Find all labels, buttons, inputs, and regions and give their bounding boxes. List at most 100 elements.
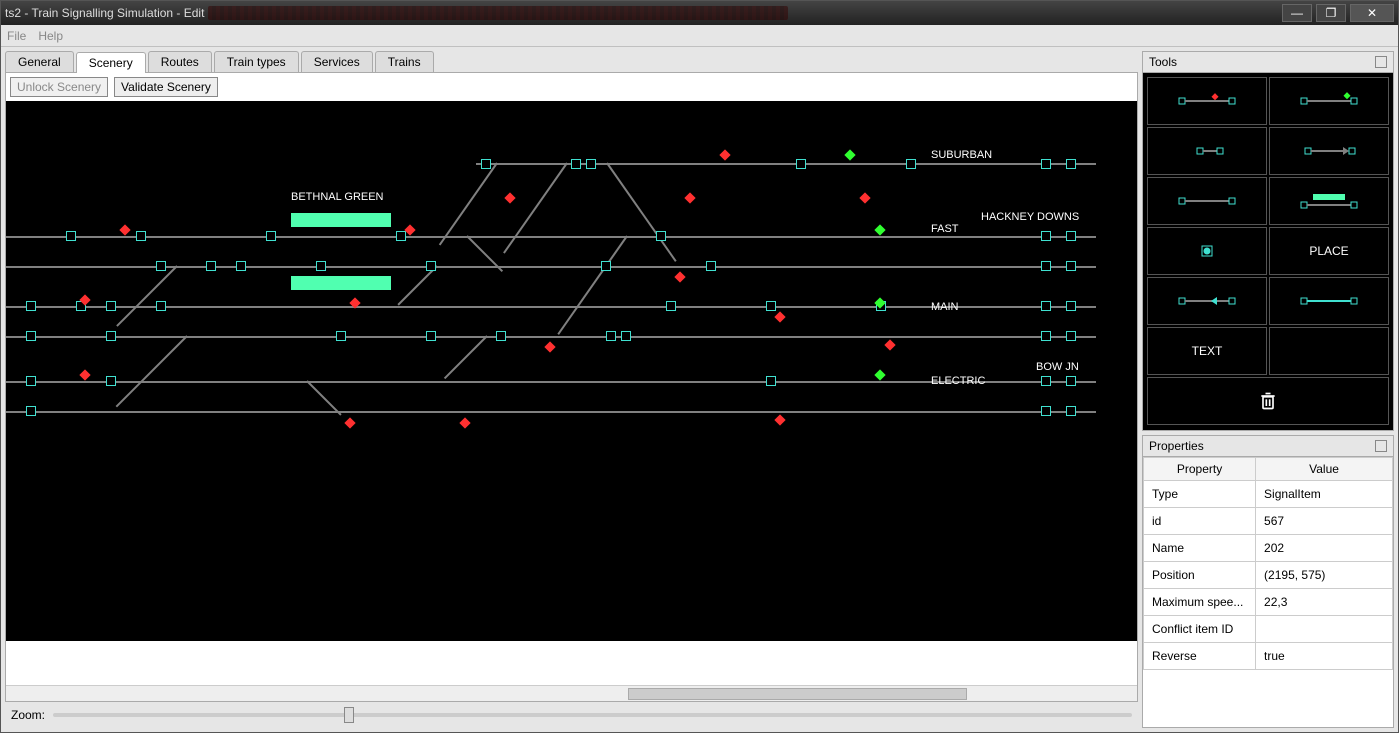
menu-help[interactable]: Help <box>38 29 63 43</box>
properties-popout-icon[interactable] <box>1375 440 1387 452</box>
menu-file[interactable]: File <box>7 29 26 43</box>
connector[interactable] <box>136 231 146 241</box>
property-row[interactable]: Reversetrue <box>1144 643 1393 670</box>
connector[interactable] <box>621 331 631 341</box>
signal-red[interactable] <box>859 192 870 203</box>
connector[interactable] <box>26 406 36 416</box>
validate-scenery-button[interactable]: Validate Scenery <box>114 77 218 97</box>
connector[interactable] <box>26 331 36 341</box>
connector[interactable] <box>766 376 776 386</box>
maximize-button[interactable]: ❐ <box>1316 4 1346 22</box>
tab-routes[interactable]: Routes <box>148 51 212 72</box>
connector[interactable] <box>1066 406 1076 416</box>
connector[interactable] <box>1041 376 1051 386</box>
prop-value[interactable]: SignalItem <box>1256 481 1393 508</box>
tool-delete[interactable] <box>1147 377 1389 425</box>
property-row[interactable]: Name202 <box>1144 535 1393 562</box>
connector[interactable] <box>1041 261 1051 271</box>
connector[interactable] <box>426 331 436 341</box>
prop-value[interactable]: 22,3 <box>1256 589 1393 616</box>
connector[interactable] <box>156 301 166 311</box>
connector[interactable] <box>571 159 581 169</box>
connector[interactable] <box>1066 301 1076 311</box>
connector[interactable] <box>706 261 716 271</box>
tab-train-types[interactable]: Train types <box>214 51 299 72</box>
connector[interactable] <box>106 331 116 341</box>
tool-text[interactable]: TEXT <box>1147 327 1267 375</box>
tab-services[interactable]: Services <box>301 51 373 72</box>
properties-table[interactable]: Property Value TypeSignalItemid567Name20… <box>1143 457 1393 670</box>
horizontal-scrollbar[interactable] <box>6 685 1137 701</box>
zoom-slider[interactable] <box>53 713 1132 717</box>
signal-red[interactable] <box>774 414 785 425</box>
signal-red[interactable] <box>79 369 90 380</box>
property-row[interactable]: Conflict item ID <box>1144 616 1393 643</box>
connector[interactable] <box>1041 331 1051 341</box>
tab-general[interactable]: General <box>5 51 74 72</box>
connector[interactable] <box>1066 159 1076 169</box>
signal-red[interactable] <box>774 311 785 322</box>
connector[interactable] <box>1066 261 1076 271</box>
signal-red[interactable] <box>459 417 470 428</box>
connector[interactable] <box>1041 159 1051 169</box>
connector[interactable] <box>426 261 436 271</box>
connector[interactable] <box>601 261 611 271</box>
connector[interactable] <box>1066 376 1076 386</box>
tool-track-plain[interactable] <box>1269 277 1389 325</box>
tool-signal-right-green[interactable] <box>1269 77 1389 125</box>
property-row[interactable]: Maximum spee...22,3 <box>1144 589 1393 616</box>
connector[interactable] <box>496 331 506 341</box>
tool-track-short[interactable] <box>1147 127 1267 175</box>
connector[interactable] <box>1066 331 1076 341</box>
signal-red[interactable] <box>674 271 685 282</box>
signal-red[interactable] <box>719 149 730 160</box>
signal-red[interactable] <box>884 339 895 350</box>
connector[interactable] <box>481 159 491 169</box>
signal-red[interactable] <box>344 417 355 428</box>
tool-track-arrow[interactable] <box>1269 127 1389 175</box>
signal-green[interactable] <box>874 224 885 235</box>
unlock-scenery-button[interactable]: Unlock Scenery <box>10 77 108 97</box>
col-value[interactable]: Value <box>1256 458 1393 481</box>
connector[interactable] <box>906 159 916 169</box>
col-property[interactable]: Property <box>1144 458 1256 481</box>
connector[interactable] <box>1041 231 1051 241</box>
connector[interactable] <box>26 301 36 311</box>
minimize-button[interactable]: — <box>1282 4 1312 22</box>
connector[interactable] <box>26 376 36 386</box>
tools-popout-icon[interactable] <box>1375 56 1387 68</box>
prop-value[interactable]: (2195, 575) <box>1256 562 1393 589</box>
tool-place[interactable]: PLACE <box>1269 227 1389 275</box>
tool-platform[interactable] <box>1269 177 1389 225</box>
tool-track-direction[interactable] <box>1147 277 1267 325</box>
connector[interactable] <box>66 231 76 241</box>
titlebar[interactable]: ts2 - Train Signalling Simulation - Edit… <box>1 1 1398 25</box>
connector[interactable] <box>316 261 326 271</box>
connector[interactable] <box>396 231 406 241</box>
connector[interactable] <box>336 331 346 341</box>
prop-value[interactable] <box>1256 616 1393 643</box>
connector[interactable] <box>666 301 676 311</box>
signal-red[interactable] <box>119 224 130 235</box>
tab-trains[interactable]: Trains <box>375 51 434 72</box>
signal-green[interactable] <box>874 369 885 380</box>
platform[interactable] <box>291 276 391 290</box>
connector[interactable] <box>606 331 616 341</box>
platform[interactable] <box>291 213 391 227</box>
signal-red[interactable] <box>684 192 695 203</box>
connector[interactable] <box>766 301 776 311</box>
connector[interactable] <box>106 376 116 386</box>
prop-value[interactable]: true <box>1256 643 1393 670</box>
tool-signal-left-red[interactable] <box>1147 77 1267 125</box>
connector[interactable] <box>1041 301 1051 311</box>
connector[interactable] <box>1066 231 1076 241</box>
connector[interactable] <box>236 261 246 271</box>
connector[interactable] <box>266 231 276 241</box>
connector[interactable] <box>106 301 116 311</box>
connector[interactable] <box>656 231 666 241</box>
tab-scenery[interactable]: Scenery <box>76 52 146 73</box>
signal-green[interactable] <box>844 149 855 160</box>
property-row[interactable]: id567 <box>1144 508 1393 535</box>
property-row[interactable]: Position(2195, 575) <box>1144 562 1393 589</box>
signal-red[interactable] <box>404 224 415 235</box>
